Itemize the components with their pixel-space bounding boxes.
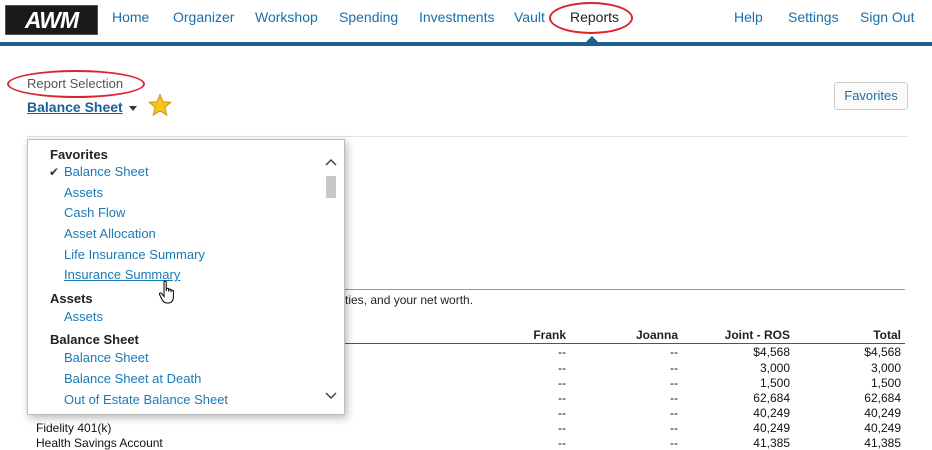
nav-spending[interactable]: Spending — [339, 9, 398, 25]
cell-frank: -- — [558, 376, 566, 390]
cell-joint: 40,249 — [753, 406, 790, 420]
cell-joint: 1,500 — [759, 376, 790, 390]
hand-cursor-icon — [158, 280, 174, 304]
description-divider — [345, 289, 905, 290]
table-header-rule — [345, 343, 905, 344]
nav-organizer[interactable]: Organizer — [173, 9, 234, 25]
column-header-total: Total — [873, 328, 901, 342]
cell-joanna: -- — [670, 436, 678, 450]
cell-frank: -- — [558, 436, 566, 450]
menu-item-balance-sheet-2[interactable]: Balance Sheet — [64, 350, 149, 365]
menu-item-balance-sheet[interactable]: Balance Sheet — [64, 164, 149, 179]
nav-home[interactable]: Home — [112, 9, 149, 25]
logo-text: AWM — [24, 6, 79, 33]
menu-item-asset-allocation[interactable]: Asset Allocation — [64, 226, 156, 241]
group-favorites: Favorites — [50, 147, 108, 162]
menu-item-assets-2[interactable]: Assets — [64, 309, 103, 324]
cell-frank: -- — [558, 361, 566, 375]
chevron-down-icon[interactable] — [325, 390, 337, 402]
reports-highlight-oval — [549, 2, 633, 34]
cell-total: 41,385 — [864, 436, 901, 450]
caret-down-icon[interactable] — [129, 106, 137, 111]
row-label: Fidelity 401(k) — [36, 421, 112, 435]
cell-frank: -- — [558, 421, 566, 435]
cell-joanna: -- — [670, 376, 678, 390]
group-assets: Assets — [50, 291, 93, 306]
cell-total: 1,500 — [870, 376, 901, 390]
report-selection-label: Report Selection — [27, 76, 124, 91]
menu-item-cash-flow[interactable]: Cash Flow — [64, 205, 125, 220]
group-balance-sheet: Balance Sheet — [50, 332, 139, 347]
cell-joanna: -- — [670, 345, 678, 359]
nav-vault[interactable]: Vault — [514, 9, 545, 25]
nav-bottom-bar — [0, 42, 932, 46]
menu-item-out-of-estate-balance-sheet[interactable]: Out of Estate Balance Sheet — [64, 392, 228, 407]
cell-frank: -- — [558, 406, 566, 420]
report-dropdown-menu[interactable]: Favorites ✔ Balance Sheet Assets Cash Fl… — [27, 139, 345, 415]
column-header-frank: Frank — [533, 328, 566, 342]
nav-workshop[interactable]: Workshop — [255, 9, 318, 25]
menu-item-balance-sheet-at-death[interactable]: Balance Sheet at Death — [64, 371, 201, 386]
favorites-button[interactable]: Favorites — [834, 82, 908, 110]
cell-total: 62,684 — [864, 391, 901, 405]
scrollbar-thumb[interactable] — [326, 176, 336, 198]
star-icon[interactable] — [148, 93, 172, 117]
cell-total: 3,000 — [870, 361, 901, 375]
row-label: Health Savings Account — [36, 436, 163, 450]
top-navigation: AWM Home Organizer Workshop Spending Inv… — [0, 0, 932, 46]
cell-total: 40,249 — [864, 406, 901, 420]
cell-joint: 41,385 — [753, 436, 790, 450]
menu-item-assets[interactable]: Assets — [64, 185, 103, 200]
column-header-joanna: Joanna — [635, 328, 678, 342]
cell-joanna: -- — [670, 361, 678, 375]
active-tab-indicator — [585, 36, 599, 43]
report-title-dropdown[interactable]: Balance Sheet — [27, 99, 123, 115]
report-description: ties, and your net worth. — [345, 293, 474, 307]
nav-sign-out[interactable]: Sign Out — [860, 9, 914, 25]
column-header-joint-ros: Joint - ROS — [724, 328, 790, 342]
awm-logo[interactable]: AWM — [5, 5, 98, 35]
chevron-up-icon[interactable] — [325, 156, 337, 168]
nav-settings[interactable]: Settings — [788, 9, 839, 25]
cell-frank: -- — [558, 345, 566, 359]
cell-total: $4,568 — [864, 345, 901, 359]
cell-joint: $4,568 — [753, 345, 790, 359]
cell-joanna: -- — [670, 406, 678, 420]
cell-joint: 3,000 — [759, 361, 790, 375]
nav-investments[interactable]: Investments — [419, 9, 494, 25]
cell-frank: -- — [558, 391, 566, 405]
cell-joint: 40,249 — [753, 421, 790, 435]
cell-joanna: -- — [670, 421, 678, 435]
header-divider — [27, 136, 908, 137]
cell-joanna: -- — [670, 391, 678, 405]
nav-help[interactable]: Help — [734, 9, 763, 25]
cell-total: 40,249 — [864, 421, 901, 435]
checkmark-icon: ✔ — [49, 165, 60, 179]
dropdown-scrollbar[interactable] — [325, 150, 337, 408]
menu-item-life-insurance-summary[interactable]: Life Insurance Summary — [64, 247, 205, 262]
cell-joint: 62,684 — [753, 391, 790, 405]
